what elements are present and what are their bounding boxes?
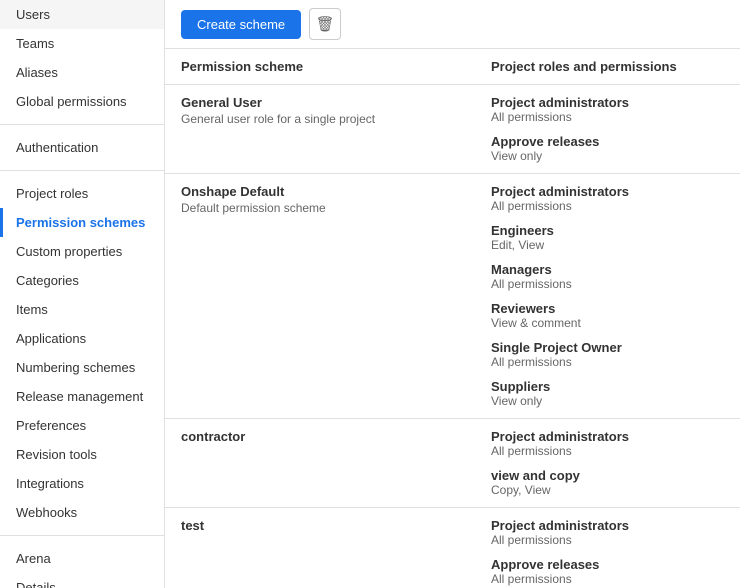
sidebar-item-categories[interactable]: Categories xyxy=(0,266,164,295)
sidebar-item-authentication[interactable]: Authentication xyxy=(0,133,164,162)
sidebar-item-global-permissions[interactable]: Global permissions xyxy=(0,87,164,116)
toolbar: Create scheme 🗑 xyxy=(165,0,740,49)
role-permission: Copy, View xyxy=(491,483,724,497)
roles-cell: Project administratorsAll permissionsEng… xyxy=(475,174,740,419)
sidebar-item-teams[interactable]: Teams xyxy=(0,29,164,58)
roles-cell: Project administratorsAll permissions vie… xyxy=(475,419,740,508)
role-permission: Edit, View xyxy=(491,238,724,252)
role-permission: All permissions xyxy=(491,110,724,124)
role-name: Single Project Owner xyxy=(491,340,724,355)
role-entry: Project administratorsAll permissions xyxy=(491,518,724,547)
sidebar-item-aliases[interactable]: Aliases xyxy=(0,58,164,87)
sidebar-divider xyxy=(0,170,164,171)
role-name: Reviewers xyxy=(491,301,724,316)
scheme-cell: General User General user role for a sing… xyxy=(165,85,475,174)
role-entry: ManagersAll permissions xyxy=(491,262,724,291)
roles-cell: Project administratorsAll permissions App… xyxy=(475,85,740,174)
sidebar-item-preferences[interactable]: Preferences xyxy=(0,411,164,440)
delete-button[interactable]: 🗑 xyxy=(309,8,341,40)
sidebar-item-revision-tools[interactable]: Revision tools xyxy=(0,440,164,469)
scheme-description: Default permission scheme xyxy=(181,201,459,215)
trash-icon: 🗑 xyxy=(316,15,335,33)
role-entry: Project administratorsAll permissions xyxy=(491,184,724,213)
scheme-name: General User xyxy=(181,95,459,110)
role-entry: Project administratorsAll permissions xyxy=(491,95,724,124)
scheme-name: test xyxy=(181,518,459,533)
role-permission: All permissions xyxy=(491,572,724,586)
sidebar-item-integrations[interactable]: Integrations xyxy=(0,469,164,498)
role-name: Managers xyxy=(491,262,724,277)
sidebar: UsersTeamsAliasesGlobal permissions Authe… xyxy=(0,0,165,588)
sidebar-item-details[interactable]: Details xyxy=(0,573,164,588)
sidebar-item-webhooks[interactable]: Webhooks xyxy=(0,498,164,527)
table-row: testProject administratorsAll permission… xyxy=(165,508,740,588)
role-name: Suppliers xyxy=(491,379,724,394)
role-permission: All permissions xyxy=(491,533,724,547)
role-entry: Single Project OwnerAll permissions xyxy=(491,340,724,369)
col-scheme-header: Permission scheme xyxy=(165,49,475,85)
role-entry: SuppliersView only xyxy=(491,379,724,408)
role-entry: ReviewersView & comment xyxy=(491,301,724,330)
permission-table: Permission scheme Project roles and perm… xyxy=(165,49,740,588)
role-name: Project administrators xyxy=(491,518,724,533)
role-name: view and copy xyxy=(491,468,724,483)
role-entry: Approve releasesView only xyxy=(491,134,724,163)
sidebar-item-custom-properties[interactable]: Custom properties xyxy=(0,237,164,266)
sidebar-item-applications[interactable]: Applications xyxy=(0,324,164,353)
create-scheme-button[interactable]: Create scheme xyxy=(181,10,301,39)
sidebar-item-users[interactable]: Users xyxy=(0,0,164,29)
role-entry: Approve releasesAll permissions xyxy=(491,557,724,586)
role-name: Engineers xyxy=(491,223,724,238)
role-entry: EngineersEdit, View xyxy=(491,223,724,252)
scheme-name: Onshape Default xyxy=(181,184,459,199)
role-permission: All permissions xyxy=(491,355,724,369)
role-name: Project administrators xyxy=(491,429,724,444)
sidebar-divider xyxy=(0,535,164,536)
sidebar-item-release-management[interactable]: Release management xyxy=(0,382,164,411)
sidebar-divider xyxy=(0,124,164,125)
role-name: Project administrators xyxy=(491,184,724,199)
roles-cell: Project administratorsAll permissionsApp… xyxy=(475,508,740,588)
sidebar-item-arena[interactable]: Arena xyxy=(0,544,164,573)
scheme-description: General user role for a single project xyxy=(181,112,459,126)
scheme-cell: test xyxy=(165,508,475,588)
role-permission: View only xyxy=(491,149,724,163)
sidebar-item-permission-schemes[interactable]: Permission schemes xyxy=(0,208,164,237)
main-content: Create scheme 🗑 Permission scheme Projec… xyxy=(165,0,740,588)
sidebar-item-items[interactable]: Items xyxy=(0,295,164,324)
role-entry: Project administratorsAll permissions xyxy=(491,429,724,458)
role-permission: All permissions xyxy=(491,199,724,213)
scheme-name: contractor xyxy=(181,429,459,444)
role-permission: All permissions xyxy=(491,277,724,291)
col-roles-header: Project roles and permissions xyxy=(475,49,740,85)
role-permission: View only xyxy=(491,394,724,408)
table-row: Onshape Default Default permission scheme… xyxy=(165,174,740,419)
scheme-cell: contractor xyxy=(165,419,475,508)
sidebar-item-project-roles[interactable]: Project roles xyxy=(0,179,164,208)
role-name: Approve releases xyxy=(491,134,724,149)
sidebar-item-numbering-schemes[interactable]: Numbering schemes xyxy=(0,353,164,382)
role-entry: view and copyCopy, View xyxy=(491,468,724,497)
role-name: Project administrators xyxy=(491,95,724,110)
table-row: contractor Project administratorsAll perm… xyxy=(165,419,740,508)
role-permission: All permissions xyxy=(491,444,724,458)
role-permission: View & comment xyxy=(491,316,724,330)
scheme-cell: Onshape Default Default permission scheme xyxy=(165,174,475,419)
table-row: General User General user role for a sing… xyxy=(165,85,740,174)
role-name: Approve releases xyxy=(491,557,724,572)
